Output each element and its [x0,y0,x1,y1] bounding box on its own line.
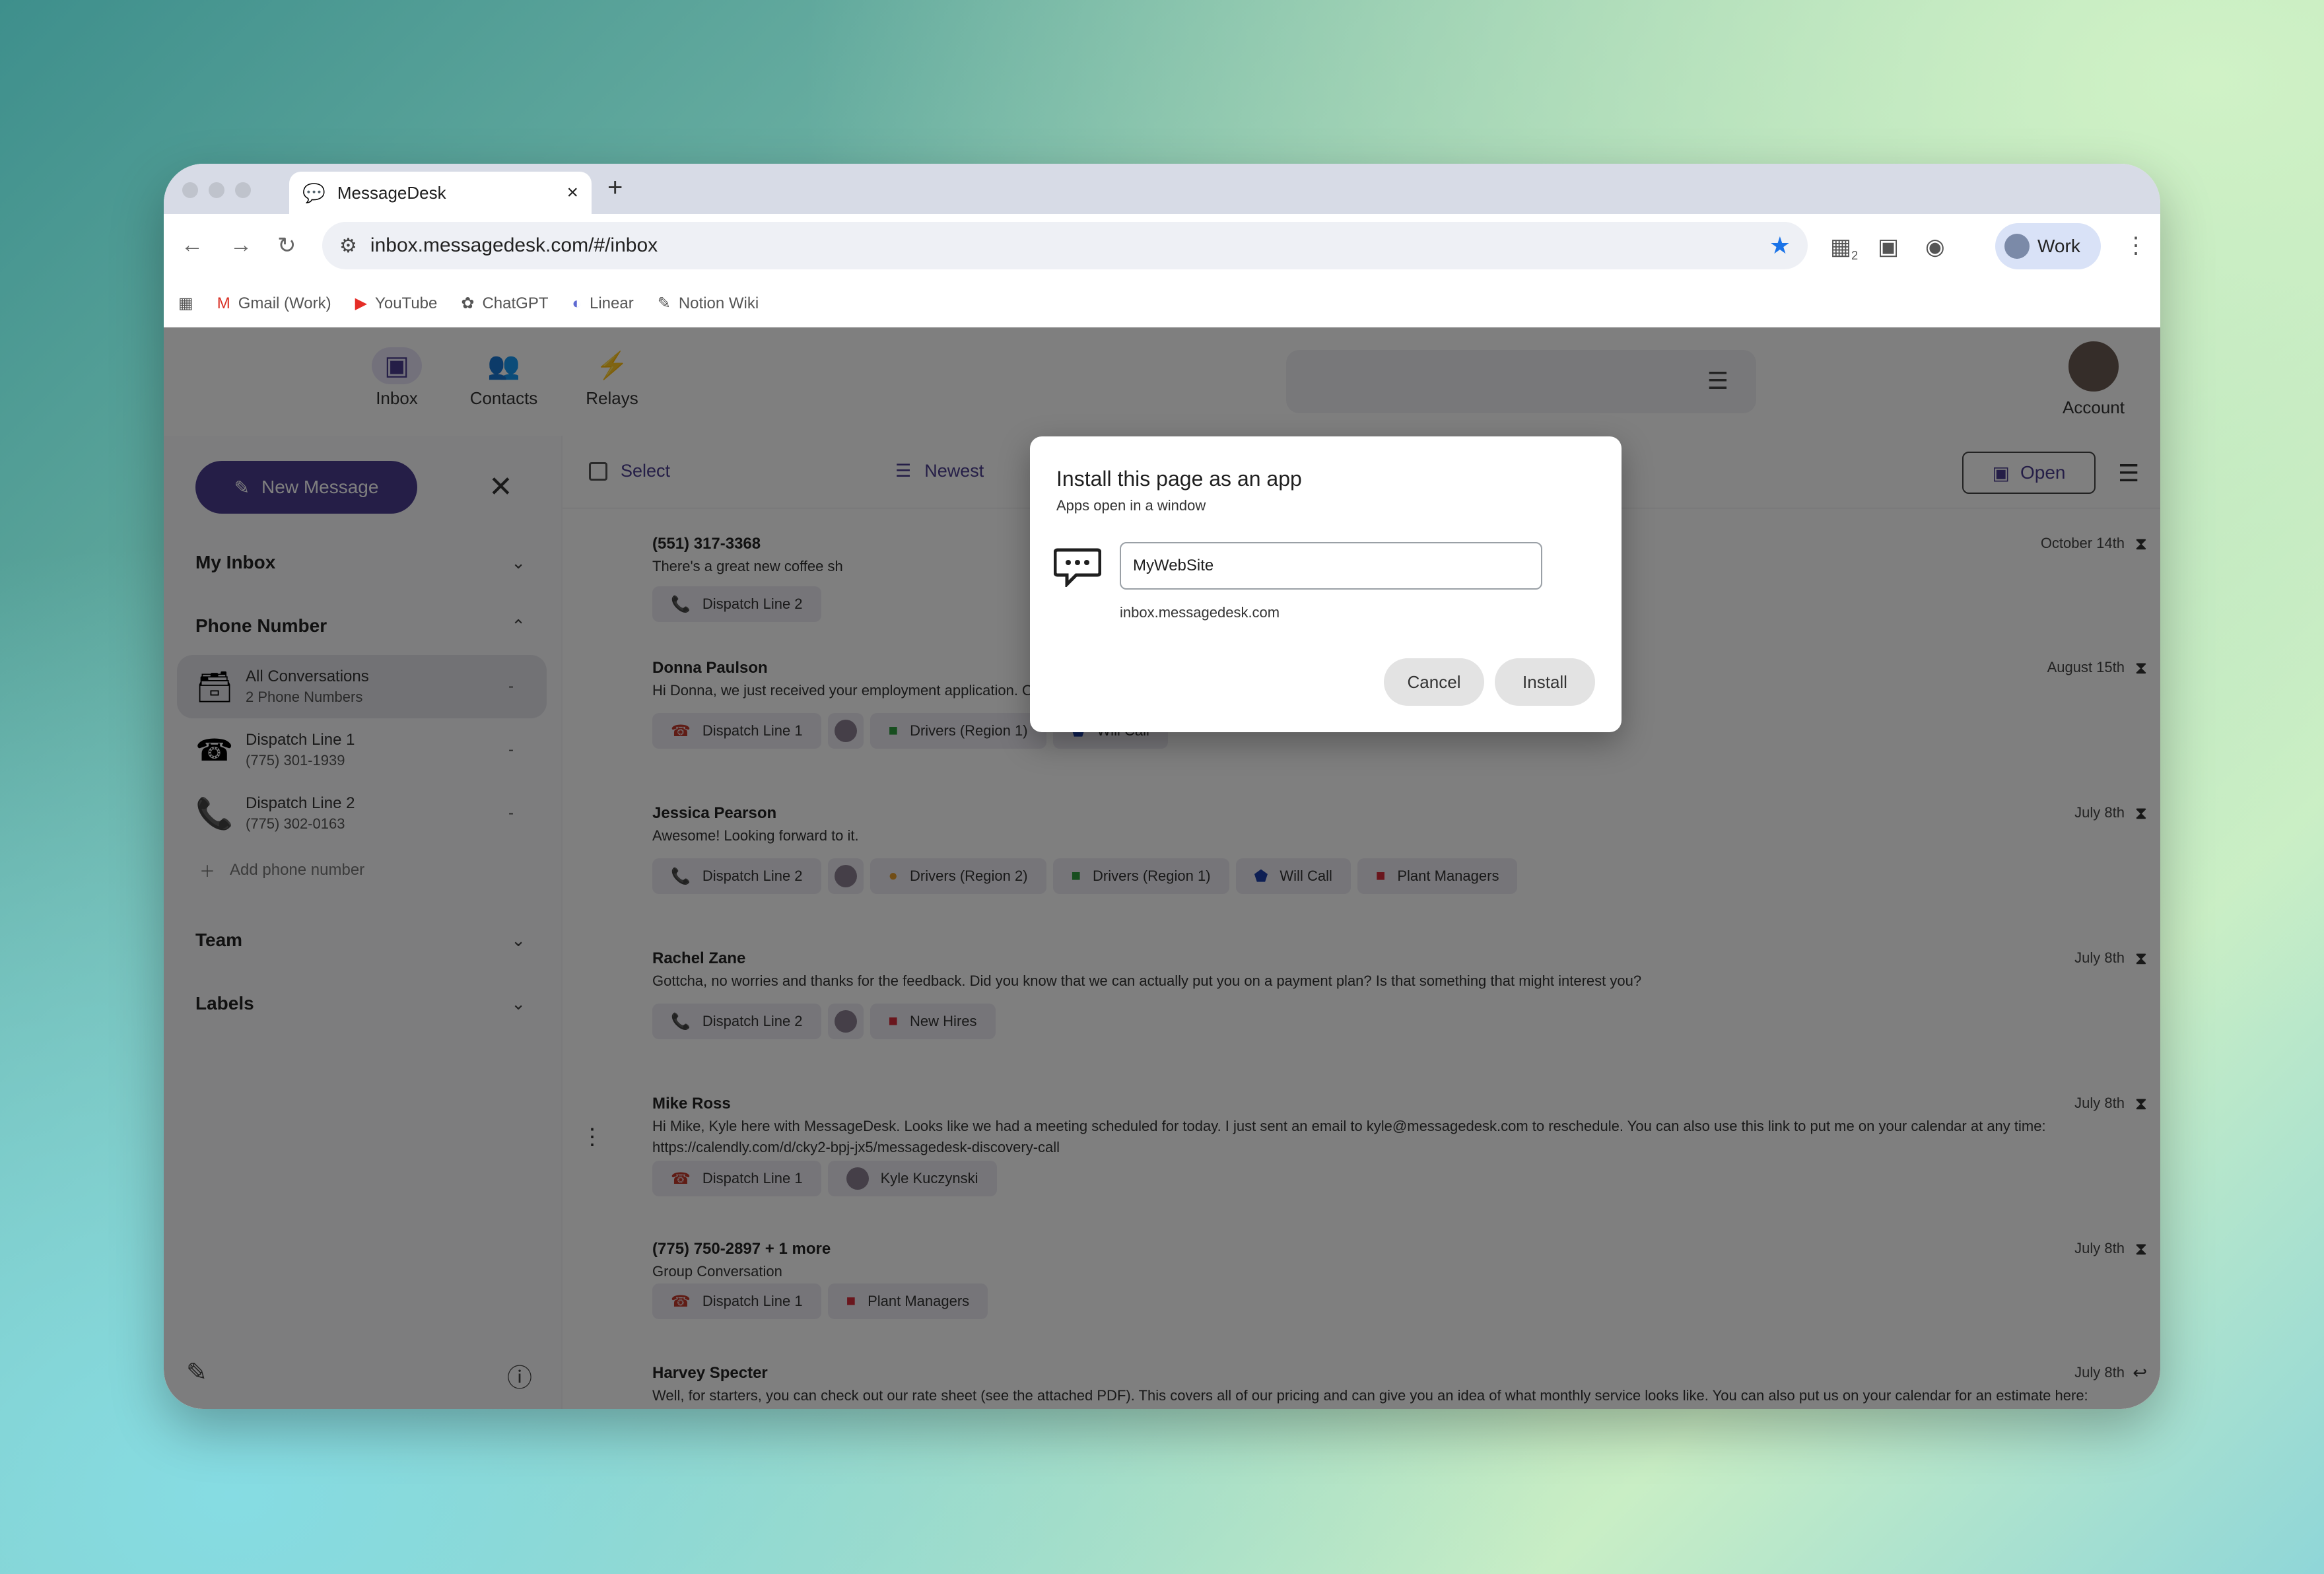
tab-close-icon[interactable]: × [566,182,578,204]
dialog-host: inbox.messagedesk.com [1120,604,1280,621]
bookmark-notion[interactable]: ✎ Notion Wiki [658,294,759,313]
profile-label: Work [2037,236,2080,256]
browser-toolbar: ← → ↻ ⚙ inbox.messagedesk.com/#/inbox ★ … [164,214,2160,280]
url-text[interactable]: inbox.messagedesk.com/#/inbox [370,234,1756,257]
site-settings-icon[interactable]: ⚙ [339,234,357,257]
forward-arrow-icon[interactable]: → [230,232,252,258]
dialog-title: Install this page as an app [1056,467,1302,491]
bookmark-youtube[interactable]: ▶ YouTube [355,294,438,313]
extension-photos-icon[interactable]: ▣ [1878,234,1899,260]
bookmark-label: YouTube [375,294,438,312]
bookmark-label: ChatGPT [482,294,549,312]
tab-messagedesk[interactable]: 💬 MessageDesk × [289,172,592,214]
bookmark-star-icon[interactable]: ★ [1769,232,1791,259]
profile-avatar [2004,234,2030,259]
profile-button[interactable]: Work [1995,223,2101,269]
bookmarks-bar: ▦ M Gmail (Work) ▶ YouTube ✿ ChatGPT ◐ Linea… [164,280,2160,327]
linear-icon: ◐ [572,294,582,312]
new-tab-button[interactable]: + [607,173,623,203]
extension-badge: 2 [1851,248,1859,262]
messagedesk-favicon-icon: 💬 [302,182,325,203]
bookmark-linear[interactable]: ◐ Linear [572,294,634,313]
browser-window: 💬 MessageDesk × + ← → ↻ ⚙ inbox.messaged… [164,164,2160,1409]
extension-tabs-icon[interactable]: ▦2 [1830,234,1858,263]
dialog-subtitle: Apps open in a window [1056,497,1206,514]
reload-icon[interactable]: ↻ [277,232,296,259]
bookmark-label: Gmail (Work) [238,294,331,312]
chatgpt-icon: ✿ [461,294,475,312]
tab-strip: 💬 MessageDesk × + [164,164,2160,214]
youtube-icon: ▶ [355,294,368,312]
apps-grid-icon[interactable]: ▦ [178,294,193,313]
window-close-dot[interactable] [182,182,198,198]
chat-bubble-svg [1053,548,1102,589]
bookmark-chatgpt[interactable]: ✿ ChatGPT [461,294,548,313]
back-arrow-icon[interactable]: ← [181,232,203,258]
gmail-icon: M [217,294,230,312]
extension-disk-icon[interactable]: ◉ [1925,234,1945,260]
window-zoom-dot[interactable] [235,182,251,198]
install-button[interactable]: Install [1495,658,1595,706]
bookmark-label: Linear [590,294,634,312]
notion-icon: ✎ [657,294,671,312]
bookmark-label: Notion Wiki [678,294,759,312]
address-bar[interactable]: ⚙ inbox.messagedesk.com/#/inbox ★ [322,222,1808,269]
app-name-input[interactable] [1120,542,1542,590]
install-app-dialog: Install this page as an app Apps open in… [1030,436,1622,732]
tab-title: MessageDesk [337,182,446,203]
cancel-button[interactable]: Cancel [1384,658,1484,706]
browser-menu-icon[interactable]: ⋮ [2125,232,2147,259]
chat-bubble-icon [1053,547,1102,596]
bookmark-gmail[interactable]: M Gmail (Work) [217,294,331,313]
window-minimize-dot[interactable] [209,182,224,198]
